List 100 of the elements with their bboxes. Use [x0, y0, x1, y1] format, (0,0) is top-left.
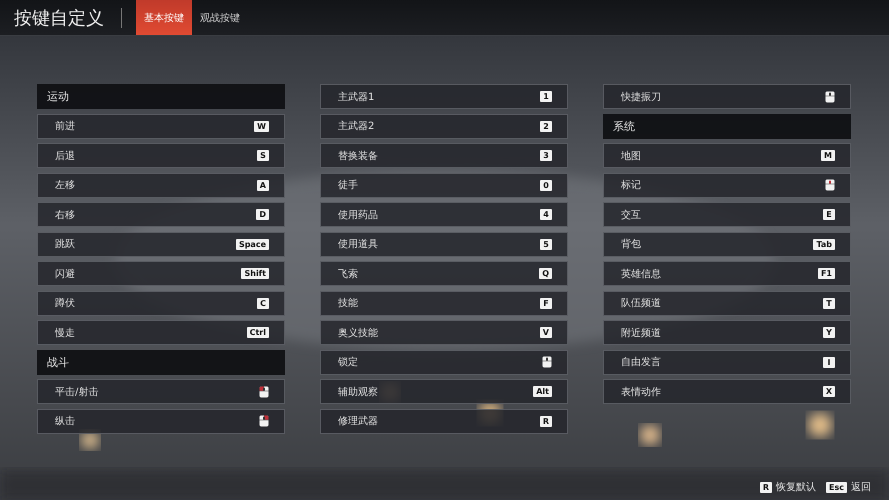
action-label: 使用药品 [338, 208, 378, 222]
keybinding-row[interactable]: 使用道具 5 [320, 232, 568, 256]
action-label: 前进 [55, 120, 75, 133]
action-label: 主武器1 [338, 90, 374, 104]
key-cap: C [257, 298, 269, 308]
action-label: 右移 [55, 208, 75, 222]
keybinding-row[interactable]: 使用药品 4 [320, 202, 568, 227]
action-label: 平击/射击 [55, 386, 98, 398]
action-label: 徒手 [338, 178, 358, 192]
action-label: 队伍频道 [621, 296, 661, 310]
keybinding-row[interactable]: 平击/射击 [37, 379, 285, 404]
key-cap: 4 [540, 209, 552, 220]
keybinding-row[interactable]: 替换装备 3 [320, 143, 568, 168]
key-cap: 0 [540, 180, 552, 190]
action-label: 左移 [55, 179, 75, 192]
keybinding-row[interactable]: 辅助观察 Alt [320, 379, 568, 404]
keybinding-row[interactable]: 慢走 Ctrl [37, 320, 285, 345]
keybinding-row[interactable]: 背包 Tab [603, 232, 851, 256]
keybinding-row[interactable]: 主武器1 1 [320, 84, 568, 109]
tab[interactable]: 观战按键 [192, 0, 248, 35]
action-label: 慢走 [55, 326, 75, 340]
key-cap: M [821, 150, 835, 161]
action-label: 使用道具 [338, 238, 378, 251]
action-label: 替换装备 [338, 150, 378, 162]
key-cap: Shift [241, 268, 269, 279]
keybinding-row[interactable]: 跳跃 Space [37, 232, 285, 256]
action-label: 飞索 [338, 268, 358, 280]
action-label: 交互 [621, 208, 641, 222]
key-cap: I [823, 356, 835, 368]
key-cap: W [254, 120, 269, 132]
page-title: 按键自定义 [14, 6, 104, 30]
footer-button[interactable]: 恢复默认 [776, 480, 816, 494]
key-cap: T [823, 298, 835, 308]
key-cap: R [540, 416, 552, 426]
keybinding-row[interactable]: 自由发言 I [603, 350, 851, 374]
action-label: 地图 [621, 150, 641, 162]
footer-button[interactable]: 返回 [851, 480, 871, 494]
action-label: 快捷振刀 [621, 90, 661, 104]
key-cap: Space [236, 238, 269, 250]
key-cap: Tab [813, 238, 835, 250]
section-header: 运动 [37, 84, 285, 109]
action-label: 自由发言 [621, 356, 661, 369]
key-cap: S [257, 150, 269, 161]
action-label: 英雄信息 [621, 268, 661, 280]
action-label: 背包 [621, 238, 641, 251]
action-label: 闪避 [55, 268, 75, 280]
key-cap: X [822, 386, 835, 397]
action-label: 标记 [621, 178, 641, 192]
key-cap: A [256, 180, 269, 190]
key-cap: F [540, 298, 552, 308]
keybinding-row[interactable]: 飞索 Q [320, 261, 568, 286]
action-label: 跳跃 [55, 238, 75, 251]
keybinding-row[interactable]: 快捷振刀 [603, 84, 851, 109]
key-cap: F1 [818, 268, 835, 279]
keybinding-row[interactable]: 技能 F [320, 290, 568, 316]
key-cap: Esc [826, 482, 847, 492]
action-label: 蹲伏 [55, 296, 75, 310]
section-header: 战斗 [37, 350, 285, 374]
key-cap: Y [823, 327, 835, 338]
action-label: 表情动作 [621, 386, 661, 398]
key-cap: E [823, 209, 835, 220]
key-cap: 3 [540, 150, 552, 161]
key-cap: V [540, 327, 552, 338]
key-cap: Alt [533, 386, 552, 397]
keybinding-row[interactable]: 标记 [603, 172, 851, 198]
action-label: 技能 [338, 296, 358, 310]
action-label: 锁定 [338, 356, 358, 369]
key-cap: 2 [540, 120, 552, 132]
action-label: 辅助观察 [338, 386, 378, 398]
keybinding-row[interactable]: 奥义技能 V [320, 320, 568, 345]
tab[interactable]: 基本按键 [136, 0, 192, 35]
keybinding-row[interactable]: 左移 A [37, 172, 285, 198]
keybinding-row[interactable]: 修理武器 R [320, 408, 568, 434]
key-cap: D [256, 209, 269, 220]
action-label: 主武器2 [338, 120, 374, 133]
key-cap: 1 [540, 91, 552, 102]
keybinding-row[interactable]: 蹲伏 C [37, 290, 285, 316]
keybinding-row[interactable]: 纵击 [37, 408, 285, 434]
key-cap: Q [539, 268, 552, 279]
keybinding-row[interactable]: 英雄信息 F1 [603, 261, 851, 286]
section-header: 系统 [603, 114, 851, 138]
keybinding-row[interactable]: 前进 W [37, 114, 285, 138]
keybinding-row[interactable]: 队伍频道 T [603, 290, 851, 316]
keybinding-row[interactable]: 闪避 Shift [37, 261, 285, 286]
action-label: 纵击 [55, 414, 75, 428]
keybinding-row[interactable]: 锁定 [320, 350, 568, 374]
keybinding-row[interactable]: 地图 M [603, 143, 851, 168]
action-label: 修理武器 [338, 414, 378, 428]
keybinding-row[interactable]: 主武器2 2 [320, 114, 568, 138]
keybinding-row[interactable]: 右移 D [37, 202, 285, 227]
keybinding-row[interactable]: 徒手 0 [320, 172, 568, 198]
key-cap: Ctrl [246, 327, 269, 338]
action-label: 奥义技能 [338, 326, 378, 340]
key-cap: 5 [540, 238, 552, 250]
keybinding-row[interactable]: 后退 S [37, 143, 285, 168]
action-label: 附近频道 [621, 326, 661, 340]
keybinding-row[interactable]: 附近频道 Y [603, 320, 851, 345]
action-label: 后退 [55, 150, 75, 162]
keybinding-row[interactable]: 交互 E [603, 202, 851, 227]
keybinding-row[interactable]: 表情动作 X [603, 379, 851, 404]
